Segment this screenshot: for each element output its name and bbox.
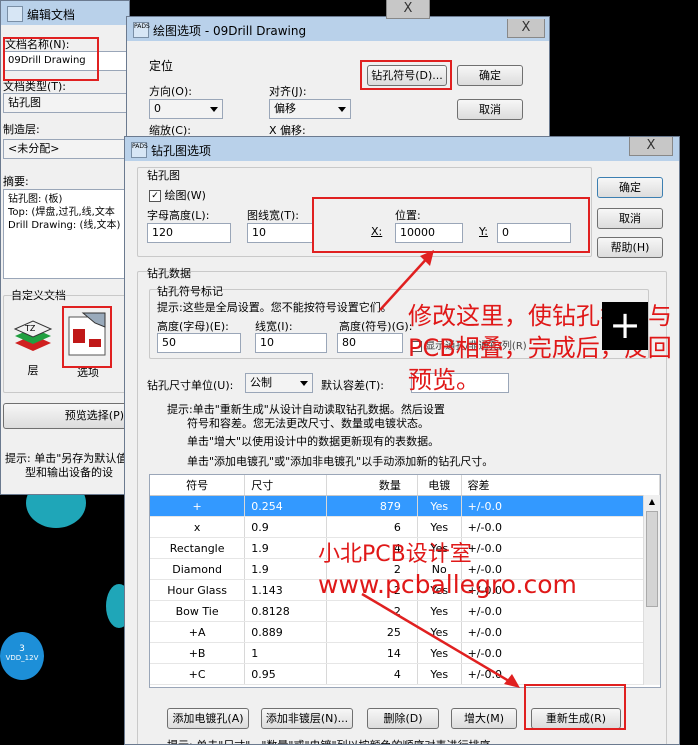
website-url: www.pcballegro.com: [318, 570, 577, 599]
plus-icon[interactable]: +: [602, 302, 648, 350]
studio-name: 小北PCB设计室: [318, 542, 472, 567]
edit-document-close-button[interactable]: X: [386, 0, 430, 19]
